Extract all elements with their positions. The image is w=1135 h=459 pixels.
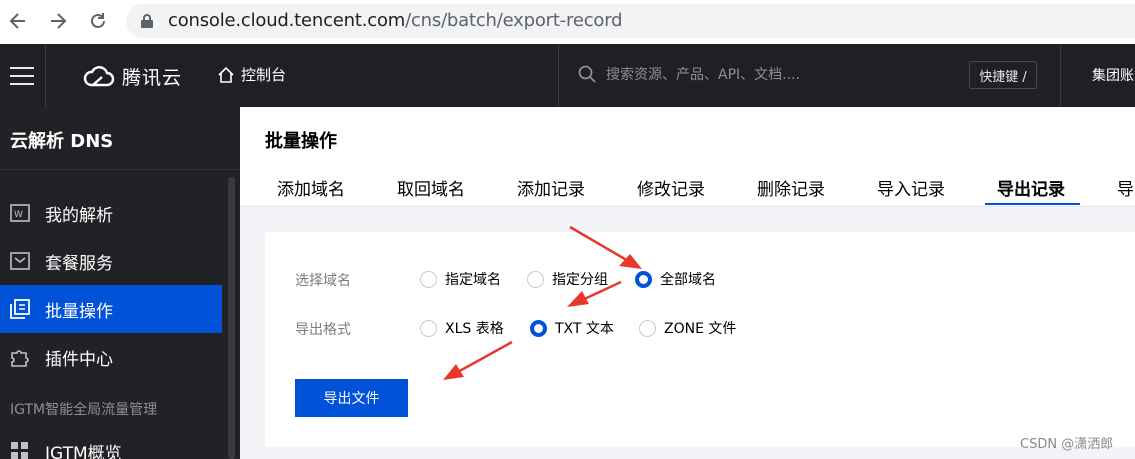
search-placeholder: 搜索资源、产品、API、文档.... [606,67,800,83]
home-icon [218,66,234,83]
address-bar[interactable]: console.cloud.tencent.com/cns/batch/expo… [126,4,1135,38]
radio-txt-format[interactable]: TXT 文本 [530,318,614,338]
sidebar: 云解析 DNS W 我的解析 套餐服务 批量操作 插件中心 IGTM智能全局流量… [0,107,240,459]
console-label: 控制台 [241,66,287,84]
radio-circle-selected [635,270,652,288]
sidebar-title: 云解析 DNS [10,131,114,152]
sidebar-item-label: 我的解析 [45,205,113,226]
radio-circle [527,270,544,288]
tab-retrieve-domain[interactable]: 取回域名 [397,175,465,200]
sidebar-item-my-domains[interactable]: W 我的解析 [0,189,222,237]
account-menu[interactable]: 集团账 [1092,65,1134,85]
back-button[interactable] [5,8,31,34]
shortcut-button[interactable]: 快捷键 / [969,61,1037,89]
sidebar-item-label: 插件中心 [45,349,113,370]
grid-icon [10,441,30,459]
divider [0,169,240,170]
tab-import-record[interactable]: 导入记录 [877,175,945,200]
radio-circle-selected [530,319,547,337]
sidebar-item-label: IGTM概览 [45,443,122,459]
tab-modify-record[interactable]: 修改记录 [637,175,705,200]
brand-name: 腾讯云 [122,66,183,89]
console-link[interactable]: 控制台 [217,64,286,85]
page-title: 批量操作 [265,131,337,152]
sidebar-item-label: 套餐服务 [45,253,113,274]
url-text: console.cloud.tencent.com/cns/batch/expo… [168,10,623,31]
svg-text:W: W [14,210,23,220]
batch-icon [10,299,30,319]
global-search[interactable]: 搜索资源、产品、API、文档.... [578,64,800,84]
arrow-right-icon [51,13,67,29]
radio-label: 全部域名 [660,272,716,288]
radio-circle [420,319,437,337]
tab-delete-record[interactable]: 删除记录 [757,175,825,200]
radio-label: 指定域名 [445,272,501,288]
sidebar-group-label: IGTM智能全局流量管理 [10,402,158,418]
tab-add-domain[interactable]: 添加域名 [277,175,345,200]
package-icon [10,251,30,271]
radio-label: XLS 表格 [445,321,504,337]
radio-specified-group[interactable]: 指定分组 [527,269,608,289]
divider [45,44,46,107]
tab-export-record[interactable]: 导出记录 [997,175,1065,200]
top-navigation: 腾讯云 控制台 搜索资源、产品、API、文档.... 快捷键 / 集团账 [0,44,1135,107]
arrow-left-icon [9,13,25,29]
menu-icon[interactable] [10,67,34,85]
browser-toolbar: console.cloud.tencent.com/cns/batch/expo… [0,0,1135,44]
sidebar-item-batch[interactable]: 批量操作 [0,285,222,333]
tab-add-record[interactable]: 添加记录 [517,175,585,200]
page-header: 批量操作 添加域名 取回域名 添加记录 修改记录 删除记录 导入记录 导出记录 … [240,107,1135,207]
radio-label: ZONE 文件 [664,321,737,337]
reload-button[interactable] [85,8,111,34]
screen: console.cloud.tencent.com/cns/batch/expo… [0,0,1135,459]
sidebar-item-igtm-overview[interactable]: IGTM概览 [0,427,222,459]
lock-icon [141,14,153,28]
active-tab-indicator [985,203,1080,205]
radio-zone-format[interactable]: ZONE 文件 [639,318,736,338]
search-icon [578,65,596,83]
tab-more[interactable]: 导 [1117,175,1134,200]
export-format-label: 导出格式 [295,322,351,338]
main-content: 批量操作 添加域名 取回域名 添加记录 修改记录 删除记录 导入记录 导出记录 … [240,107,1135,459]
radio-specified-domain[interactable]: 指定域名 [420,269,501,289]
radio-circle [420,270,437,288]
domain-list-icon: W [10,203,30,223]
url-path: /cns/batch/export-record [405,10,623,31]
export-form-card: 选择域名 指定域名 指定分组 全部域名 导出格式 XLS 表格 TXT 文本 Z… [265,232,1135,447]
plugin-icon [10,347,30,367]
radio-circle [639,319,656,337]
cloud-logo-icon [83,66,115,87]
sidebar-item-label: 批量操作 [45,301,113,322]
radio-all-domains[interactable]: 全部域名 [635,269,716,289]
reload-icon [91,13,105,28]
sidebar-scrollbar[interactable] [228,177,235,459]
url-host: console.cloud.tencent.com [168,10,406,31]
sidebar-item-plugins[interactable]: 插件中心 [0,333,222,381]
divider [558,44,559,107]
sidebar-item-packages[interactable]: 套餐服务 [0,237,222,285]
radio-label: TXT 文本 [555,321,614,337]
export-file-button[interactable]: 导出文件 [295,379,408,417]
domain-select-label: 选择域名 [295,273,351,289]
brand-logo[interactable]: 腾讯云 [82,62,182,90]
watermark: CSDN @潇洒郎 [1020,437,1114,452]
radio-label: 指定分组 [552,272,608,288]
forward-button[interactable] [45,8,71,34]
divider [1060,44,1061,107]
radio-xls-format[interactable]: XLS 表格 [420,318,504,338]
